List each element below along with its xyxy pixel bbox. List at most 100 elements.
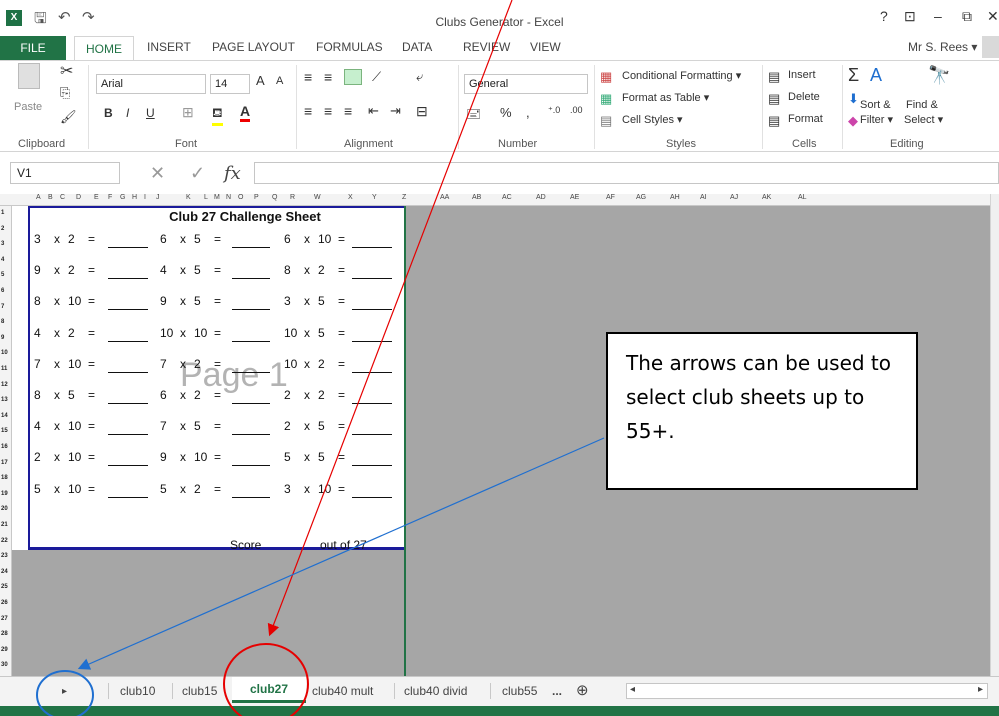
row-header[interactable]: 6: [1, 288, 4, 294]
column-header[interactable]: AE: [570, 194, 579, 201]
row-header[interactable]: 9: [1, 335, 4, 341]
row-header[interactable]: 25: [1, 584, 8, 590]
restore-icon[interactable]: ⧉: [962, 8, 972, 25]
tab-data[interactable]: DATA: [402, 40, 432, 54]
row-header[interactable]: 1: [1, 210, 4, 216]
answer-blank[interactable]: [108, 278, 148, 280]
answer-blank[interactable]: [108, 309, 148, 311]
avatar[interactable]: [982, 36, 999, 58]
format-painter-icon[interactable]: 🖌: [60, 109, 77, 125]
row-header[interactable]: 5: [1, 272, 4, 278]
format-cells-button[interactable]: Format: [788, 113, 823, 125]
answer-blank[interactable]: [108, 496, 148, 498]
answer-blank[interactable]: [232, 371, 270, 373]
answer-blank[interactable]: [232, 434, 270, 436]
grow-font-icon[interactable]: A: [256, 73, 265, 88]
row-header[interactable]: 16: [1, 444, 8, 450]
answer-blank[interactable]: [232, 465, 270, 467]
answer-blank[interactable]: [352, 340, 392, 342]
column-header[interactable]: B: [48, 194, 53, 201]
column-header[interactable]: X: [348, 194, 353, 201]
cell-styles-button[interactable]: Cell Styles ▾: [622, 113, 683, 126]
column-header[interactable]: P: [254, 194, 259, 201]
sheet-tab-club55[interactable]: club55: [502, 684, 537, 698]
column-header[interactable]: AK: [762, 194, 771, 201]
delete-cells-button[interactable]: Delete: [788, 91, 820, 103]
outside-print-area-bottom[interactable]: [12, 550, 404, 676]
column-header[interactable]: Y: [372, 194, 377, 201]
column-header[interactable]: AJ: [730, 194, 738, 201]
font-color-icon[interactable]: A: [240, 103, 251, 122]
paste-button[interactable]: Paste: [14, 101, 42, 113]
row-header[interactable]: 19: [1, 491, 8, 497]
align-top-icon[interactable]: ≡: [304, 69, 312, 85]
scroll-left-icon[interactable]: ◂: [630, 684, 635, 695]
enter-icon[interactable]: ✓: [190, 163, 205, 184]
cancel-icon[interactable]: ✕: [150, 163, 165, 184]
column-header[interactable]: L: [204, 194, 208, 201]
row-header[interactable]: 17: [1, 460, 8, 466]
answer-blank[interactable]: [352, 496, 392, 498]
help-icon[interactable]: ?: [880, 8, 888, 24]
decrease-decimal-icon[interactable]: .00: [570, 105, 583, 115]
answer-blank[interactable]: [108, 340, 148, 342]
font-name-select[interactable]: Arial: [96, 74, 206, 94]
column-header[interactable]: J: [156, 194, 160, 201]
column-header[interactable]: R: [290, 194, 295, 201]
row-header[interactable]: 29: [1, 647, 8, 653]
answer-blank[interactable]: [108, 465, 148, 467]
column-header[interactable]: F: [108, 194, 112, 201]
row-header[interactable]: 20: [1, 506, 8, 512]
column-header[interactable]: W: [314, 194, 321, 201]
increase-indent-icon[interactable]: ⇥: [390, 103, 401, 119]
row-header[interactable]: 7: [1, 304, 4, 310]
minimize-icon[interactable]: –: [934, 8, 942, 24]
decrease-indent-icon[interactable]: ⇤: [368, 103, 379, 119]
tab-view[interactable]: VIEW: [530, 40, 561, 54]
scroll-right-icon[interactable]: ▸: [978, 684, 983, 695]
row-header[interactable]: 24: [1, 569, 8, 575]
column-header[interactable]: M: [214, 194, 220, 201]
answer-blank[interactable]: [352, 465, 392, 467]
column-header[interactable]: AL: [798, 194, 807, 201]
bold-button[interactable]: B: [104, 106, 113, 120]
font-size-select[interactable]: 14: [210, 74, 250, 94]
column-header[interactable]: AI: [700, 194, 707, 201]
sheet-tab-club15[interactable]: club15: [182, 684, 217, 698]
column-header[interactable]: O: [238, 194, 243, 201]
row-header[interactable]: 14: [1, 413, 8, 419]
answer-blank[interactable]: [232, 247, 270, 248]
row-header[interactable]: 18: [1, 475, 8, 481]
answer-blank[interactable]: [232, 403, 270, 404]
fill-color-icon[interactable]: ⛾: [212, 105, 223, 126]
shrink-font-icon[interactable]: A: [276, 75, 283, 87]
accounting-format-icon[interactable]: 🖃: [466, 105, 481, 127]
challenge-sheet-print-area[interactable]: Club 27 Challenge Sheet Page 1 Score out…: [28, 206, 404, 552]
tab-page-layout[interactable]: PAGE LAYOUT: [212, 40, 295, 54]
tab-formulas[interactable]: FORMULAS: [316, 40, 383, 54]
borders-icon[interactable]: ⊞: [182, 104, 194, 121]
percent-button[interactable]: %: [500, 105, 512, 120]
name-box[interactable]: V1: [10, 162, 120, 184]
column-header[interactable]: H: [132, 194, 137, 201]
row-header[interactable]: 30: [1, 662, 8, 668]
column-header[interactable]: AC: [502, 194, 512, 201]
next-sheet-arrow[interactable]: ▸: [62, 686, 67, 697]
italic-button[interactable]: I: [126, 106, 129, 120]
column-header[interactable]: N: [226, 194, 231, 201]
find-select-label[interactable]: Find &: [906, 99, 938, 111]
row-header[interactable]: 11: [1, 366, 7, 372]
insert-function-icon[interactable]: fx: [224, 163, 241, 184]
ribbon-display-icon[interactable]: ⊡: [904, 8, 916, 25]
horizontal-scrollbar[interactable]: [626, 683, 988, 699]
column-header[interactable]: AD: [536, 194, 546, 201]
answer-blank[interactable]: [232, 278, 270, 280]
row-header[interactable]: 23: [1, 553, 8, 559]
comma-button[interactable]: ,: [526, 105, 530, 120]
row-header[interactable]: 2: [1, 226, 4, 232]
add-sheet-icon[interactable]: ⊕: [576, 681, 589, 699]
number-format-select[interactable]: General: [464, 74, 588, 94]
row-header[interactable]: 12: [1, 382, 8, 388]
row-header[interactable]: 26: [1, 600, 8, 606]
row-header[interactable]: 28: [1, 631, 8, 637]
